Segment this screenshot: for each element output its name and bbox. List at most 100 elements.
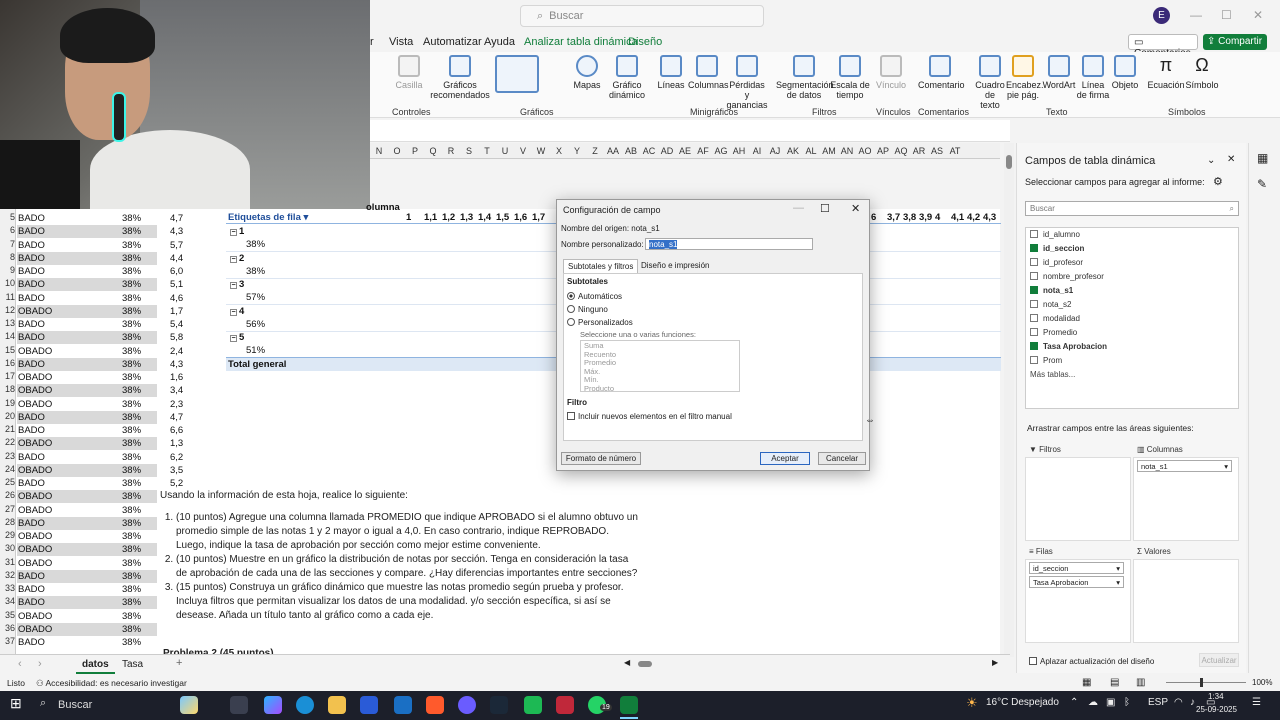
pivot-col-header[interactable]: 1,5 (496, 212, 509, 223)
result-cell[interactable]: BADO (18, 425, 45, 436)
column-header[interactable]: AN (838, 143, 856, 156)
row-number[interactable]: 20 (0, 411, 16, 421)
steam-icon[interactable] (490, 696, 508, 714)
menu-tab-diseno[interactable]: Diseño (628, 36, 662, 48)
formula-bar[interactable] (370, 120, 1010, 142)
close-icon[interactable]: ✕ (1253, 8, 1263, 22)
collapse-icon[interactable]: − (230, 229, 237, 236)
close-icon[interactable]: ✕ (1227, 154, 1235, 165)
pivot-col-header[interactable]: 1,2 (442, 212, 455, 223)
defer-update-checkbox[interactable]: Aplazar actualización del diseño (1029, 657, 1154, 666)
sheet-tab-tasa[interactable]: Tasa (116, 657, 149, 672)
chevron-up-icon[interactable]: ⌃ (1070, 697, 1078, 708)
rate-cell[interactable]: 38% (122, 266, 141, 277)
result-cell[interactable]: OBADO (18, 611, 52, 622)
grade-cell[interactable]: 4,4 (170, 253, 183, 264)
slicer-button[interactable]: Segmentación de datos (776, 55, 834, 100)
share-button[interactable]: ⇪ Compartir (1203, 34, 1267, 50)
pivot-col-header[interactable]: 3,9 (919, 212, 932, 223)
result-cell[interactable]: OBADO (18, 544, 52, 555)
minimize-icon[interactable]: — (793, 202, 804, 214)
network-icon[interactable]: ▣ (1106, 697, 1115, 708)
column-header[interactable]: Y (568, 143, 586, 156)
result-cell[interactable]: BADO (18, 253, 45, 264)
rate-cell[interactable]: 38% (122, 465, 141, 476)
row-number[interactable]: 22 (0, 437, 16, 447)
taskbar-search[interactable]: Buscar (32, 694, 172, 716)
avatar[interactable]: E (1153, 7, 1170, 24)
row-number[interactable]: 37 (0, 636, 16, 646)
pivot-group-label[interactable]: −3 (230, 279, 244, 290)
grade-cell[interactable]: 6,2 (170, 452, 183, 463)
row-number[interactable]: 15 (0, 345, 16, 355)
sparkline-columns-button[interactable]: Columnas (688, 55, 729, 90)
edge-icon[interactable] (296, 696, 314, 714)
column-header[interactable]: O (388, 143, 406, 156)
rate-cell[interactable]: 38% (122, 399, 141, 410)
symbol-button[interactable]: Ω Símbolo (1184, 55, 1220, 90)
rate-cell[interactable]: 38% (122, 253, 141, 264)
column-header[interactable]: AI (748, 143, 766, 156)
result-cell[interactable]: BADO (18, 226, 45, 237)
column-header[interactable]: AT (946, 143, 964, 156)
column-header[interactable]: AJ (766, 143, 784, 156)
pivot-col-header[interactable]: 1,4 (478, 212, 491, 223)
grade-cell[interactable]: 1,6 (170, 372, 183, 383)
collapse-icon[interactable]: − (230, 282, 237, 289)
pivot-group-label[interactable]: −1 (230, 226, 244, 237)
result-cell[interactable]: OBADO (18, 531, 52, 542)
row-number[interactable]: 24 (0, 464, 16, 474)
row-number[interactable]: 13 (0, 318, 16, 328)
search-box[interactable]: ⌕ Buscar (520, 5, 764, 27)
column-header[interactable]: AR (910, 143, 928, 156)
row-number[interactable]: 32 (0, 570, 16, 580)
brave-icon[interactable] (426, 696, 444, 714)
grade-cell[interactable]: 6,6 (170, 425, 183, 436)
columns-chip[interactable]: nota_s1 ▾ (1137, 460, 1232, 472)
rate-cell[interactable]: 38% (122, 332, 141, 343)
chart-types-button[interactable] (492, 55, 542, 93)
rate-cell[interactable]: 38% (122, 346, 141, 357)
rate-cell[interactable]: 38% (122, 319, 141, 330)
timeline-button[interactable]: Escala de tiempo (830, 55, 870, 100)
accessibility-status[interactable]: ⚇ Accesibilidad: es necesario investigar (36, 678, 187, 689)
result-cell[interactable]: OBADO (18, 399, 52, 410)
row-number[interactable]: 7 (0, 239, 16, 249)
notifications-icon[interactable]: ☰ (1252, 697, 1261, 708)
pivot-chart-button[interactable]: Gráfico dinámico (606, 55, 648, 100)
column-header[interactable]: AQ (892, 143, 910, 156)
table-icon[interactable]: ▦ (1257, 151, 1268, 165)
result-cell[interactable]: OBADO (18, 491, 52, 502)
pivot-col-header[interactable]: 4,2 (967, 212, 980, 223)
copilot-deco-icon[interactable] (180, 696, 198, 714)
result-cell[interactable]: OBADO (18, 372, 52, 383)
horizontal-scrollbar[interactable]: ◀ ▶ (620, 658, 1000, 670)
add-sheet-icon[interactable]: + (176, 657, 182, 669)
field-checkbox[interactable] (1030, 342, 1038, 350)
row-number[interactable]: 12 (0, 305, 16, 315)
grade-cell[interactable]: 2,4 (170, 346, 183, 357)
column-header[interactable]: AL (802, 143, 820, 156)
row-number[interactable]: 9 (0, 265, 16, 275)
function-option[interactable]: Promedio (584, 358, 736, 368)
number-format-button[interactable]: Formato de número (561, 452, 641, 465)
object-button[interactable]: Objeto (1110, 55, 1140, 90)
brush-icon[interactable]: ✎ (1257, 177, 1267, 191)
excel-icon[interactable] (620, 696, 638, 714)
rate-cell[interactable]: 38% (122, 637, 141, 648)
clock-time[interactable]: 1:34 (1208, 692, 1224, 701)
update-button[interactable]: Actualizar (1199, 653, 1239, 667)
result-cell[interactable]: BADO (18, 571, 45, 582)
browser-icon[interactable] (458, 696, 476, 714)
field-checkbox[interactable] (1030, 244, 1038, 252)
task-view-icon[interactable] (230, 696, 248, 714)
column-header[interactable]: N (370, 143, 388, 156)
rate-cell[interactable]: 38% (122, 491, 141, 502)
grade-cell[interactable]: 5,8 (170, 332, 183, 343)
field-checkbox[interactable] (1030, 258, 1038, 266)
row-number[interactable]: 16 (0, 358, 16, 368)
include-new-items-checkbox[interactable]: Incluir nuevos elementos en el filtro ma… (567, 412, 732, 421)
grade-cell[interactable]: 5,4 (170, 319, 183, 330)
column-header[interactable]: AA (604, 143, 622, 156)
page-break-icon[interactable]: ▥ (1136, 677, 1145, 688)
